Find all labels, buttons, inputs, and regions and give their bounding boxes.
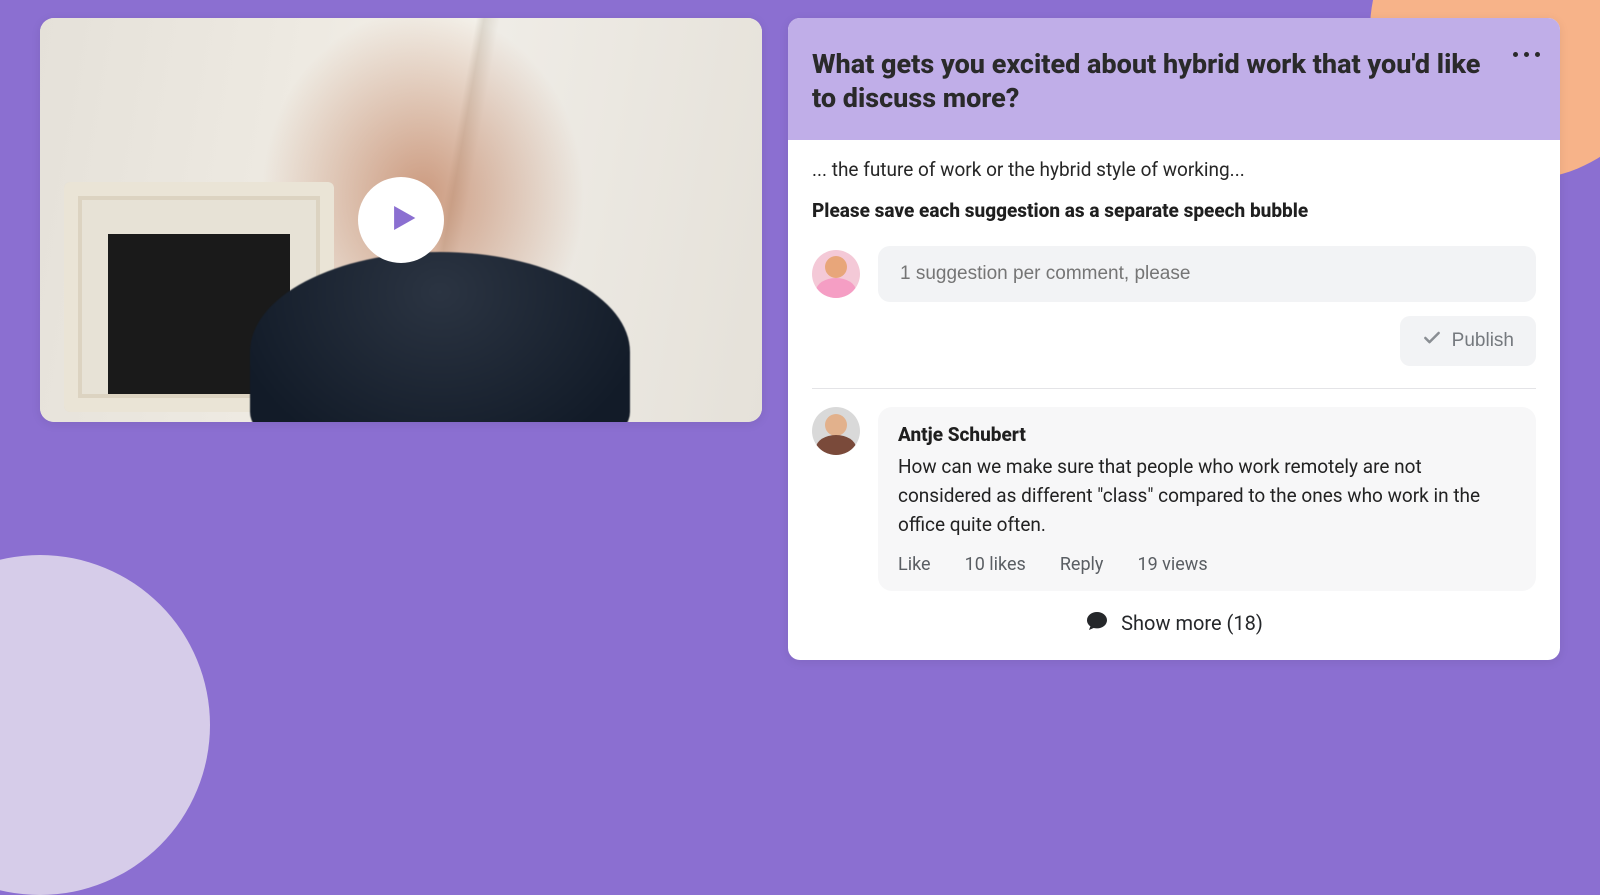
- view-count: 19 views: [1137, 554, 1207, 575]
- discussion-header: What gets you excited about hybrid work …: [788, 18, 1560, 140]
- transcript-excerpt: ... the future of work or the hybrid sty…: [812, 158, 1536, 181]
- more-options-button[interactable]: [1508, 36, 1544, 72]
- avatar: [812, 407, 860, 455]
- discussion-title: What gets you excited about hybrid work …: [812, 48, 1504, 116]
- comment: Antje Schubert How can we make sure that…: [812, 407, 1536, 591]
- video-background-fireplace: [64, 182, 334, 412]
- like-button[interactable]: Like: [898, 554, 931, 575]
- video-thumbnail[interactable]: [40, 18, 762, 422]
- suggestion-input[interactable]: [878, 246, 1536, 302]
- publish-button[interactable]: Publish: [1400, 316, 1536, 366]
- play-icon: [381, 201, 421, 239]
- comment-bubble: Antje Schubert How can we make sure that…: [878, 407, 1536, 591]
- dots-horizontal-icon: [1513, 52, 1518, 57]
- discussion-card: What gets you excited about hybrid work …: [788, 18, 1560, 660]
- comment-meta: Like 10 likes Reply 19 views: [898, 554, 1516, 575]
- divider: [812, 388, 1536, 389]
- instruction-text: Please save each suggestion as a separat…: [812, 199, 1536, 222]
- show-more-button[interactable]: Show more (18): [812, 591, 1536, 642]
- play-button[interactable]: [358, 177, 444, 263]
- comment-text: How can we make sure that people who wor…: [898, 452, 1516, 540]
- publish-label: Publish: [1452, 330, 1514, 352]
- reply-button[interactable]: Reply: [1060, 554, 1104, 575]
- comment-author: Antje Schubert: [898, 423, 1516, 446]
- check-icon: [1422, 328, 1442, 354]
- like-count: 10 likes: [965, 554, 1026, 575]
- avatar: [812, 250, 860, 298]
- speech-bubble-icon: [1085, 609, 1109, 638]
- compose-row: [812, 246, 1536, 302]
- show-more-label: Show more (18): [1121, 611, 1263, 635]
